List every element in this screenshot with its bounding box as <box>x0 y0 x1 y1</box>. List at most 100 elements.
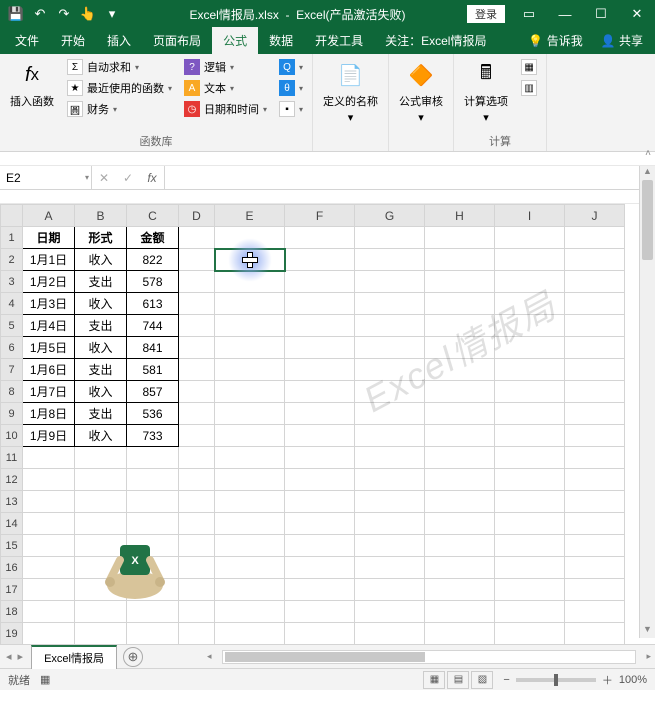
cell-A9[interactable]: 1月8日 <box>23 403 75 425</box>
cell-G8[interactable] <box>355 381 425 403</box>
cell-G19[interactable] <box>355 623 425 645</box>
cell-F10[interactable] <box>285 425 355 447</box>
cell-I10[interactable] <box>495 425 565 447</box>
row-header-9[interactable]: 9 <box>1 403 23 425</box>
macro-record-icon[interactable]: ▦ <box>40 673 50 686</box>
cell-D6[interactable] <box>179 337 215 359</box>
tab-layout[interactable]: 页面布局 <box>142 27 212 54</box>
cell-A14[interactable] <box>23 513 75 535</box>
cell-G10[interactable] <box>355 425 425 447</box>
cell-B16[interactable] <box>75 557 127 579</box>
cell-G12[interactable] <box>355 469 425 491</box>
horizontal-scrollbar[interactable] <box>222 650 637 664</box>
vertical-scrollbar[interactable]: ▲ ▼ <box>639 166 655 638</box>
col-header-D[interactable]: D <box>179 205 215 227</box>
cell-C16[interactable] <box>127 557 179 579</box>
cell-C2[interactable]: 822 <box>127 249 179 271</box>
row-header-14[interactable]: 14 <box>1 513 23 535</box>
cell-B18[interactable] <box>75 601 127 623</box>
zoom-out-icon[interactable]: − <box>503 674 509 686</box>
share-button[interactable]: 👤 共享 <box>593 27 651 54</box>
page-layout-view-icon[interactable]: ▤ <box>447 671 469 689</box>
cell-J10[interactable] <box>565 425 625 447</box>
cell-F11[interactable] <box>285 447 355 469</box>
cell-H14[interactable] <box>425 513 495 535</box>
cell-C7[interactable]: 581 <box>127 359 179 381</box>
cell-B4[interactable]: 收入 <box>75 293 127 315</box>
scroll-thumb[interactable] <box>642 180 653 260</box>
cell-F12[interactable] <box>285 469 355 491</box>
cell-E18[interactable] <box>215 601 285 623</box>
cell-B1[interactable]: 形式 <box>75 227 127 249</box>
row-header-17[interactable]: 17 <box>1 579 23 601</box>
cell-F8[interactable] <box>285 381 355 403</box>
hscroll-left-icon[interactable]: ◂ <box>203 651 216 662</box>
cell-F18[interactable] <box>285 601 355 623</box>
cell-I11[interactable] <box>495 447 565 469</box>
cell-I5[interactable] <box>495 315 565 337</box>
tab-file[interactable]: 文件 <box>4 27 50 54</box>
cell-A3[interactable]: 1月2日 <box>23 271 75 293</box>
cell-B7[interactable]: 支出 <box>75 359 127 381</box>
cell-B9[interactable]: 支出 <box>75 403 127 425</box>
cell-H10[interactable] <box>425 425 495 447</box>
tab-dev[interactable]: 开发工具 <box>304 27 374 54</box>
datetime-button[interactable]: ◷日期和时间▾ <box>181 99 270 119</box>
cell-D7[interactable] <box>179 359 215 381</box>
cell-F16[interactable] <box>285 557 355 579</box>
cell-C4[interactable]: 613 <box>127 293 179 315</box>
cell-A10[interactable]: 1月9日 <box>23 425 75 447</box>
calc-options-button[interactable]: 🖩 计算选项 ▾ <box>460 57 512 126</box>
tab-insert[interactable]: 插入 <box>96 27 142 54</box>
more-fn-button[interactable]: ▪▾ <box>276 99 306 119</box>
cell-G7[interactable] <box>355 359 425 381</box>
lookup-button[interactable]: Q▾ <box>276 57 306 77</box>
formula-input[interactable] <box>165 166 655 189</box>
worksheet-grid[interactable]: ABCDEFGHIJ1日期形式金额21月1日收入82231月2日支出57841月… <box>0 204 655 644</box>
cell-F7[interactable] <box>285 359 355 381</box>
row-header-5[interactable]: 5 <box>1 315 23 337</box>
cell-G1[interactable] <box>355 227 425 249</box>
cell-J14[interactable] <box>565 513 625 535</box>
cell-J6[interactable] <box>565 337 625 359</box>
cell-I9[interactable] <box>495 403 565 425</box>
ribbon-options-icon[interactable]: ▭ <box>511 0 547 28</box>
cell-E16[interactable] <box>215 557 285 579</box>
col-header-H[interactable]: H <box>425 205 495 227</box>
cell-J15[interactable] <box>565 535 625 557</box>
cell-J4[interactable] <box>565 293 625 315</box>
formula-audit-button[interactable]: 🔶 公式审核 ▾ <box>395 57 447 126</box>
cell-H4[interactable] <box>425 293 495 315</box>
cell-I15[interactable] <box>495 535 565 557</box>
normal-view-icon[interactable]: ▦ <box>423 671 445 689</box>
cell-G6[interactable] <box>355 337 425 359</box>
cell-I7[interactable] <box>495 359 565 381</box>
cell-H18[interactable] <box>425 601 495 623</box>
cell-D8[interactable] <box>179 381 215 403</box>
cell-E9[interactable] <box>215 403 285 425</box>
autosum-button[interactable]: Σ自动求和▾ <box>64 57 175 77</box>
cell-A4[interactable]: 1月3日 <box>23 293 75 315</box>
recent-fn-button[interactable]: ★最近使用的函数▾ <box>64 78 175 98</box>
save-icon[interactable]: 💾 <box>6 4 26 24</box>
cell-F5[interactable] <box>285 315 355 337</box>
cell-B15[interactable] <box>75 535 127 557</box>
cell-B19[interactable] <box>75 623 127 645</box>
insert-function-button[interactable]: fx 插入函数 <box>6 57 58 111</box>
row-header-11[interactable]: 11 <box>1 447 23 469</box>
cell-B14[interactable] <box>75 513 127 535</box>
cell-E11[interactable] <box>215 447 285 469</box>
page-break-view-icon[interactable]: ▧ <box>471 671 493 689</box>
cell-J3[interactable] <box>565 271 625 293</box>
cell-A13[interactable] <box>23 491 75 513</box>
cell-D4[interactable] <box>179 293 215 315</box>
cell-C3[interactable]: 578 <box>127 271 179 293</box>
cell-A2[interactable]: 1月1日 <box>23 249 75 271</box>
cell-J5[interactable] <box>565 315 625 337</box>
cancel-formula-icon[interactable]: ✕ <box>92 171 116 185</box>
cell-H16[interactable] <box>425 557 495 579</box>
tab-follow[interactable]: 关注：Excel情报局 <box>374 27 497 54</box>
cell-D18[interactable] <box>179 601 215 623</box>
cell-E15[interactable] <box>215 535 285 557</box>
cell-C8[interactable]: 857 <box>127 381 179 403</box>
